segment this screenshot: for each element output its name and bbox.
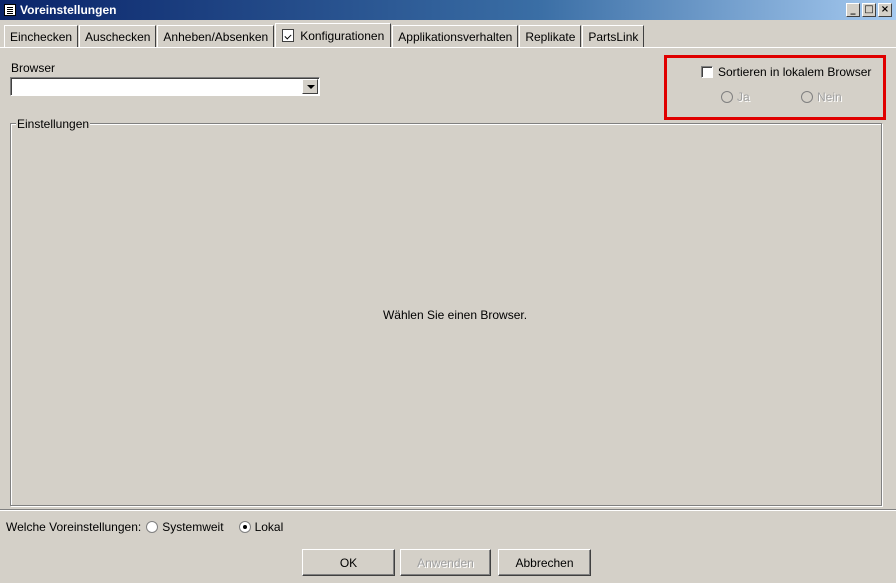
tab-replikate[interactable]: Replikate [519,25,582,47]
chevron-down-icon[interactable] [302,79,318,94]
radio-circle[interactable] [721,91,733,103]
scope-systemweit-label: Systemweit [162,520,224,534]
tab-anheben-absenken[interactable]: Anheben/Absenken [157,25,275,47]
checkbox-box[interactable] [701,66,713,78]
app-icon [4,4,16,16]
sort-local-browser-checkbox[interactable]: Sortieren in lokalem Browser [701,65,871,79]
tab-auschecken[interactable]: Auschecken [79,25,157,47]
sort-yes-radio[interactable]: Ja [721,90,750,104]
tab-applikationsverhalten[interactable]: Applikationsverhalten [392,25,519,47]
browser-label: Browser [11,61,56,75]
cancel-button[interactable]: Abbrechen [498,549,591,576]
tab-partslink[interactable]: PartsLink [582,25,645,47]
settings-group-label: Einstellungen [16,117,91,131]
radio-circle[interactable] [801,91,813,103]
tab-bar: Einchecken Auschecken Anheben/Absenken K… [4,23,645,47]
ok-button[interactable]: OK [302,549,395,576]
scope-lokal-label: Lokal [254,520,284,534]
checklist-icon [282,29,295,42]
window-controls: _ □ × [846,3,892,17]
scope-lokal-radio[interactable] [238,521,251,533]
scope-selector: Welche Voreinstellungen: Systemweit Loka… [6,520,283,534]
title-bar[interactable]: Voreinstellungen _ □ × [0,0,896,20]
sort-no-radio[interactable]: Nein [801,90,842,104]
window-title: Voreinstellungen [20,3,117,17]
browser-select[interactable] [10,77,320,96]
minimize-button[interactable]: _ [846,3,860,17]
empty-message: Wählen Sie einen Browser. [382,308,528,322]
close-button[interactable]: × [878,3,892,17]
tab-konfigurationen[interactable]: Konfigurationen [275,23,392,47]
sort-yes-label: Ja [737,90,750,104]
tab-einchecken[interactable]: Einchecken [4,25,79,47]
sort-local-browser-label: Sortieren in lokalem Browser [718,65,872,79]
scope-label: Welche Voreinstellungen: [6,520,142,534]
scope-systemweit-radio[interactable] [146,521,159,533]
separator [0,509,896,511]
maximize-button[interactable]: □ [862,3,876,17]
apply-button[interactable]: Anwenden [400,549,491,576]
tab-panel-border [0,47,896,48]
sort-no-label: Nein [817,90,842,104]
